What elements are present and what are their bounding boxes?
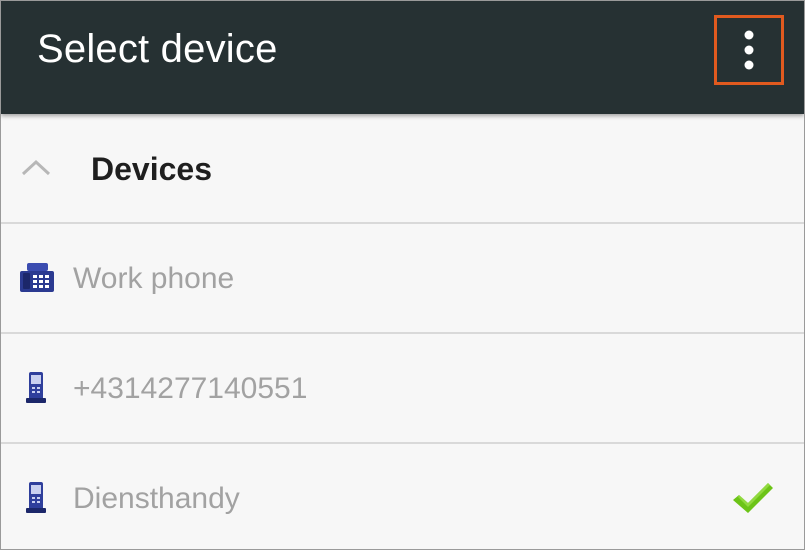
device-label: Work phone [73,262,235,295]
device-list: Devices Work phone +4314277140551 Dienst… [1,114,804,549]
mobile-phone-icon [26,482,46,513]
device-row-work-phone[interactable]: Work phone [1,224,804,334]
mobile-phone-icon [26,372,46,403]
device-row-diensthandy[interactable]: Diensthandy [1,444,804,549]
section-title: Devices [91,151,212,187]
app-bar: Select device [1,1,804,114]
device-row-phone-number[interactable]: +4314277140551 [1,334,804,444]
device-selection-screen: Select device Devices Work phone +431427… [0,0,805,550]
devices-section-header[interactable]: Devices [1,114,804,224]
chevron-up-icon[interactable] [21,158,51,176]
checkmark-icon [733,483,773,513]
device-label: Diensthandy [73,482,240,515]
device-label: +4314277140551 [73,372,308,405]
overflow-menu-button[interactable] [714,15,784,85]
desk-phone-icon [20,263,54,292]
more-vert-icon [744,30,754,70]
page-title: Select device [37,27,278,71]
